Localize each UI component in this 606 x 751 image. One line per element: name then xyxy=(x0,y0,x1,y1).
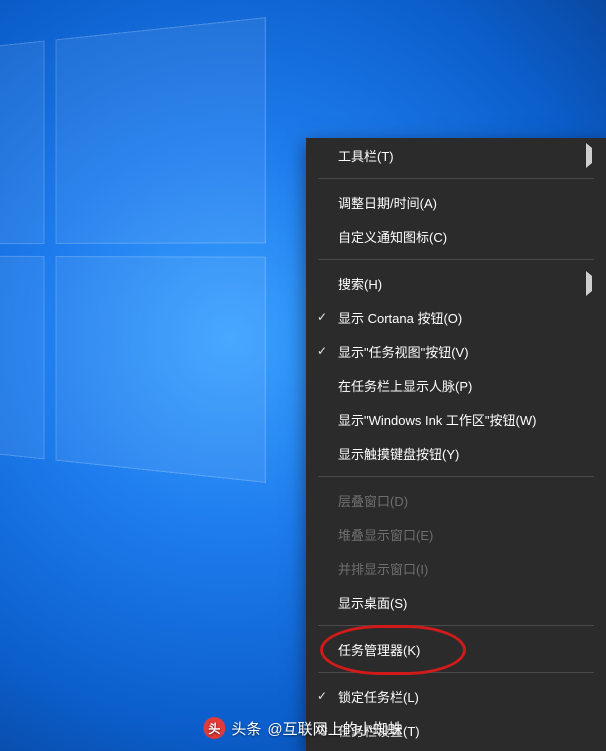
menu-item-toolbars[interactable]: 工具栏(T) xyxy=(306,138,606,172)
menu-separator xyxy=(318,178,594,179)
menu-item-label: 任务栏设置(T) xyxy=(338,721,592,740)
menu-separator xyxy=(318,476,594,477)
menu-item-side-by-side-windows: 并排显示窗口(I) xyxy=(306,551,606,585)
submenu-arrow-icon xyxy=(586,148,592,163)
menu-separator xyxy=(318,672,594,673)
windows-logo xyxy=(0,17,266,483)
menu-item-label: 显示"Windows Ink 工作区"按钮(W) xyxy=(338,410,592,429)
menu-item-label: 显示桌面(S) xyxy=(338,593,592,612)
menu-item-label: 并排显示窗口(I) xyxy=(338,559,592,578)
menu-item-label: 搜索(H) xyxy=(338,274,586,293)
menu-item-adjust-date-time[interactable]: 调整日期/时间(A) xyxy=(306,185,606,219)
menu-item-label: 工具栏(T) xyxy=(338,146,586,165)
menu-item-search[interactable]: 搜索(H) xyxy=(306,266,606,300)
check-icon: ✓ xyxy=(317,689,327,703)
menu-item-show-desktop[interactable]: 显示桌面(S) xyxy=(306,585,606,619)
check-icon: ✓ xyxy=(317,344,327,358)
menu-item-custom-notification-icons[interactable]: 自定义通知图标(C) xyxy=(306,219,606,253)
menu-item-label: 显示 Cortana 按钮(O) xyxy=(338,308,592,327)
menu-item-show-windows-ink-button[interactable]: 显示"Windows Ink 工作区"按钮(W) xyxy=(306,402,606,436)
menu-separator xyxy=(318,259,594,260)
menu-item-show-people[interactable]: 在任务栏上显示人脉(P) xyxy=(306,368,606,402)
menu-item-label: 层叠窗口(D) xyxy=(338,491,592,510)
taskbar-context-menu: 工具栏(T) 调整日期/时间(A) 自定义通知图标(C) 搜索(H) ✓ 显示 … xyxy=(306,138,606,751)
check-icon: ✓ xyxy=(317,310,327,324)
menu-item-stacked-windows: 堆叠显示窗口(E) xyxy=(306,517,606,551)
menu-item-task-manager[interactable]: 任务管理器(K) xyxy=(306,632,606,666)
gear-icon: ⚙ xyxy=(315,723,328,738)
submenu-arrow-icon xyxy=(586,276,592,291)
menu-item-show-touch-keyboard-button[interactable]: 显示触摸键盘按钮(Y) xyxy=(306,436,606,470)
menu-item-cascade-windows: 层叠窗口(D) xyxy=(306,483,606,517)
menu-item-label: 在任务栏上显示人脉(P) xyxy=(338,376,592,395)
menu-item-show-cortana-button[interactable]: ✓ 显示 Cortana 按钮(O) xyxy=(306,300,606,334)
menu-item-label: 堆叠显示窗口(E) xyxy=(338,525,592,544)
menu-item-label: 显示"任务视图"按钮(V) xyxy=(338,342,592,361)
menu-item-label: 锁定任务栏(L) xyxy=(338,687,592,706)
menu-item-label: 调整日期/时间(A) xyxy=(338,193,592,212)
menu-item-label: 任务管理器(K) xyxy=(338,640,592,659)
menu-item-label: 显示触摸键盘按钮(Y) xyxy=(338,444,592,463)
menu-item-lock-taskbar[interactable]: ✓ 锁定任务栏(L) xyxy=(306,679,606,713)
menu-item-show-task-view-button[interactable]: ✓ 显示"任务视图"按钮(V) xyxy=(306,334,606,368)
menu-item-label: 自定义通知图标(C) xyxy=(338,227,592,246)
menu-separator xyxy=(318,625,594,626)
menu-item-taskbar-settings[interactable]: ⚙ 任务栏设置(T) xyxy=(306,713,606,747)
